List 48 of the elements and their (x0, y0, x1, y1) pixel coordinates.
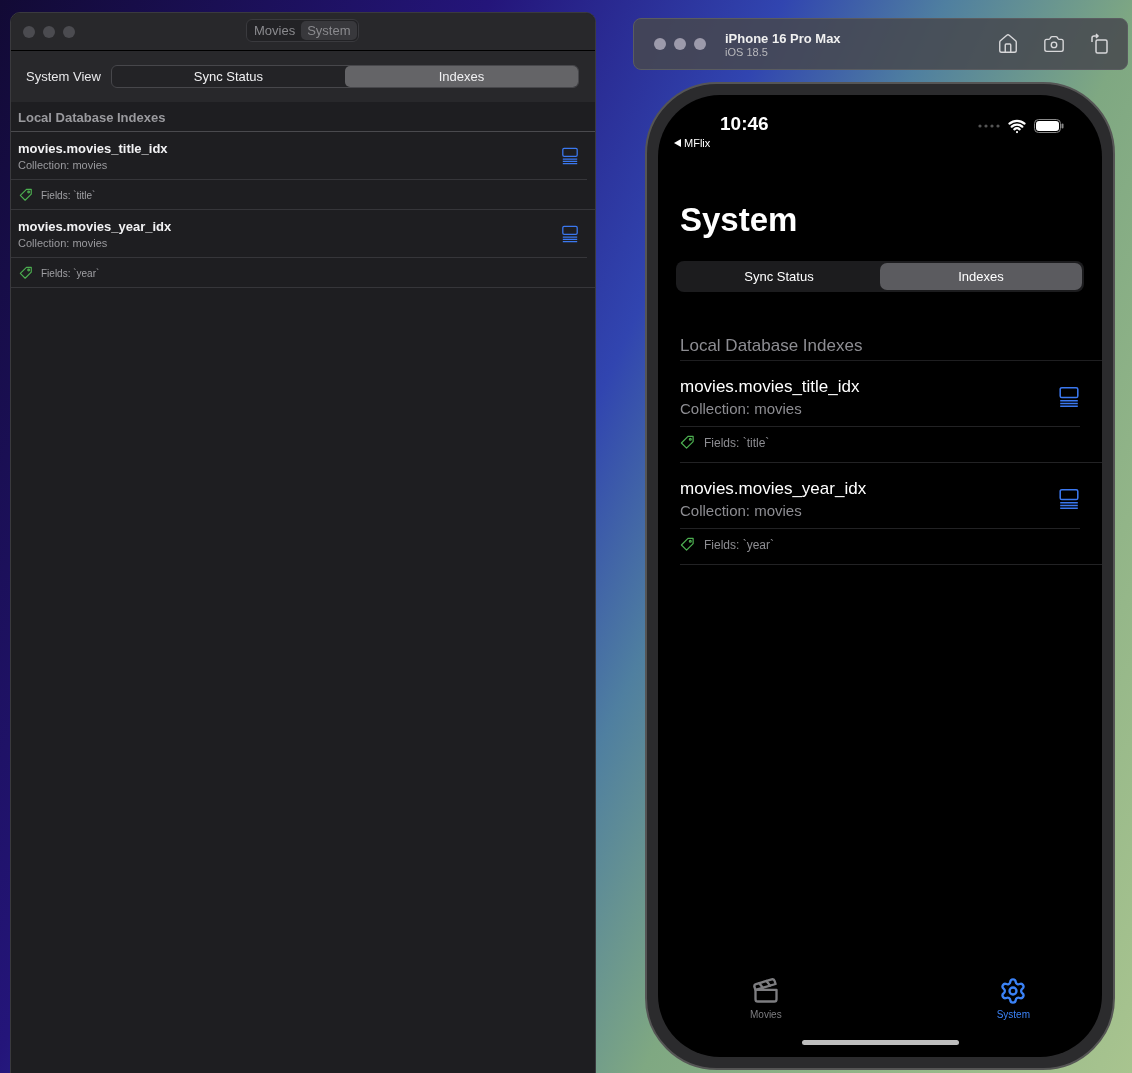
battery-icon (1034, 119, 1064, 133)
collection-label: Collection: movies (18, 159, 109, 171)
collection-label: Collection: movies (680, 400, 803, 417)
window-control[interactable] (674, 38, 686, 50)
fields-label: Fields: `year` (41, 267, 100, 279)
os-version: iOS 18.5 (725, 45, 769, 58)
picker-label: System View (26, 69, 101, 84)
camera-icon[interactable] (1043, 33, 1065, 55)
section-header: Local Database Indexes (11, 102, 595, 132)
index-name: movies.movies_title_idx (680, 377, 861, 397)
fields-label: Fields: `title` (704, 435, 770, 450)
index-name: movies.movies_year_idx (18, 219, 173, 234)
tab-bar-item[interactable]: System (996, 977, 1030, 1020)
tab-bar-item[interactable]: Movies (750, 977, 782, 1020)
signal-icon (978, 124, 1000, 128)
settings-icon (999, 977, 1028, 1005)
fields-label: Fields: `year` (704, 537, 774, 552)
home-icon[interactable] (997, 33, 1019, 55)
back-arrow-icon[interactable] (674, 139, 681, 147)
window-tab[interactable]: System (301, 21, 357, 40)
status-time: 10:46 (720, 113, 769, 135)
wifi-icon (1008, 117, 1026, 135)
segment[interactable]: Sync Status (111, 66, 345, 87)
list-icon (1058, 488, 1080, 510)
index-name: movies.movies_year_idx (680, 479, 868, 499)
window-control[interactable] (654, 38, 666, 50)
segment[interactable]: Indexes (344, 66, 578, 87)
device-name: iPhone 16 Pro Max (725, 30, 842, 46)
section-header: Local Database Indexes (680, 336, 1102, 361)
clapperboard-icon (751, 977, 780, 1005)
page-title: System (680, 201, 799, 239)
window-tab[interactable]: Movies (248, 21, 302, 40)
fields-label: Fields: `title` (41, 189, 96, 201)
segment[interactable]: Indexes (880, 263, 1082, 290)
tag-icon (19, 188, 33, 202)
tag-icon (19, 266, 33, 280)
window-control[interactable] (694, 38, 706, 50)
back-link[interactable]: MFlix (684, 137, 711, 149)
list-icon (561, 225, 579, 243)
list-icon (1058, 386, 1080, 408)
tag-icon (680, 435, 695, 450)
list-icon (561, 147, 579, 165)
tag-icon (680, 537, 695, 552)
index-name: movies.movies_title_idx (18, 141, 169, 156)
rotate-icon[interactable] (1089, 33, 1111, 55)
collection-label: Collection: movies (680, 502, 803, 519)
collection-label: Collection: movies (18, 237, 109, 249)
segment[interactable]: Sync Status (678, 263, 880, 290)
